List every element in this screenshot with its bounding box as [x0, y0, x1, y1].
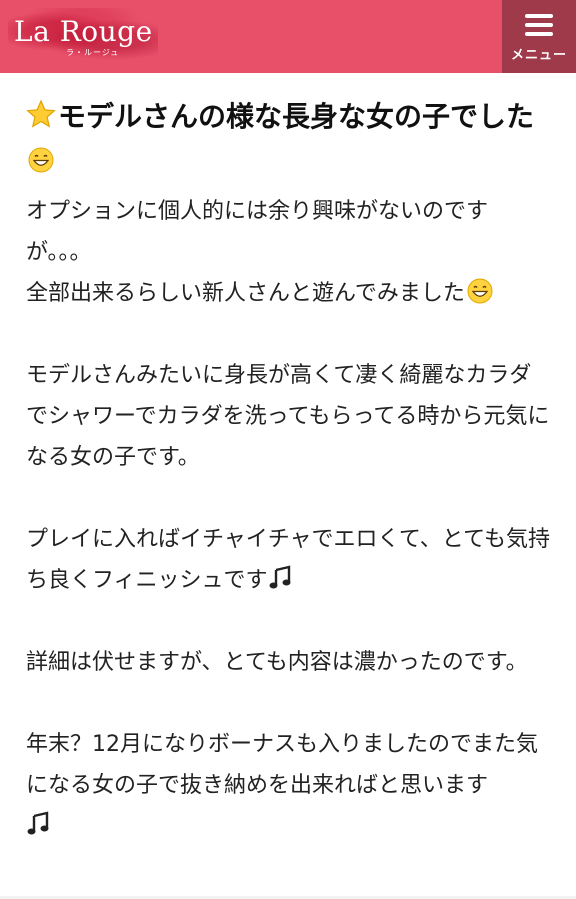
article: モデルさんの様な長身な女の子でした オプションに個人的には余り興味がないのですが… [0, 73, 576, 847]
paragraph-text: オプションに個人的には余り興味がないのですが。。。 全部出来るらしい新人さんと遊… [26, 199, 489, 306]
article-paragraph: プレイに入ればイチャイチャでエロくて、とても気持ち良くフィニッシュです [26, 519, 552, 601]
paragraph-text: モデルさんみたいに身長が高くて凄く綺麗なカラダでシャワーでカラダを洗ってもらって… [26, 363, 550, 470]
site-logo[interactable]: La Rouge [14, 14, 153, 50]
menu-label: メニュー [510, 48, 567, 63]
article-paragraph: モデルさんみたいに身長が高くて凄く綺麗なカラダでシャワーでカラダを洗ってもらって… [26, 355, 552, 478]
grinning-face-icon [467, 278, 493, 304]
site-header: La Rouge ラ・ルージュ メニュー [0, 0, 576, 73]
article-title: モデルさんの様な長身な女の子でした [58, 100, 535, 133]
star-icon [26, 99, 56, 128]
menu-button[interactable]: メニュー [502, 0, 576, 73]
paragraph-text: 詳細は伏せますが、とても内容は濃かったのです。 [26, 650, 528, 675]
article-paragraph: 詳細は伏せますが、とても内容は濃かったのです。 [26, 642, 552, 683]
musical-note-icon [269, 565, 291, 589]
article-title-block: モデルさんの様な長身な女の子でした [26, 95, 552, 181]
article-paragraph: 年末？12月になりボーナスも入りましたのでまた気になる女の子で抜き納めを出来れば… [26, 724, 552, 847]
article-body: オプションに個人的には余り興味がないのですが。。。 全部出来るらしい新人さんと遊… [26, 191, 552, 847]
site-logo-subtitle: ラ・ルージュ [66, 48, 120, 57]
hamburger-icon [525, 14, 553, 38]
article-paragraph: オプションに個人的には余り興味がないのですが。。。 全部出来るらしい新人さんと遊… [26, 191, 552, 314]
grinning-face-icon [28, 147, 54, 173]
paragraph-text: 年末？12月になりボーナスも入りましたのでまた気になる女の子で抜き納めを出来れば… [26, 732, 538, 798]
musical-note-icon [27, 811, 49, 835]
